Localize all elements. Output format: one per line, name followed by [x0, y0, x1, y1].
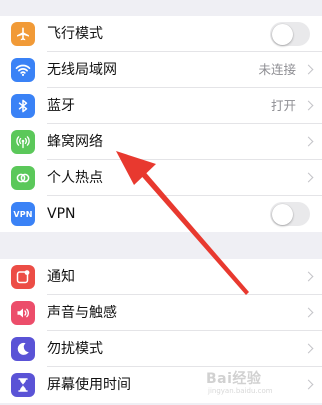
vpn-toggle[interactable] [270, 202, 310, 226]
notifications-icon [11, 265, 35, 289]
chevron-right-icon [303, 307, 314, 318]
settings-group-connectivity: 飞行模式 无线局域网 未连接 蓝牙 打开 蜂窝网络 个人热点 VPN VPN [0, 16, 322, 232]
hourglass-icon [11, 373, 35, 397]
wifi-status: 未连接 [258, 62, 296, 77]
chevron-right-icon [303, 172, 314, 183]
airplane-icon [11, 22, 35, 46]
chevron-right-icon [303, 271, 314, 282]
row-sounds-haptics[interactable]: 声音与触感 [0, 295, 322, 331]
row-cellular[interactable]: 蜂窝网络 [0, 124, 322, 160]
row-personal-hotspot[interactable]: 个人热点 [0, 160, 322, 196]
bluetooth-icon [11, 94, 35, 118]
row-label: 通知 [47, 269, 75, 285]
wifi-icon [11, 58, 35, 82]
moon-icon [11, 337, 35, 361]
row-wifi[interactable]: 无线局域网 未连接 [0, 52, 322, 88]
row-bluetooth[interactable]: 蓝牙 打开 [0, 88, 322, 124]
row-label: VPN [47, 206, 76, 222]
row-label: 勿扰模式 [47, 341, 103, 357]
airplane-mode-toggle[interactable] [270, 22, 310, 46]
toggle-knob [271, 23, 293, 45]
cellular-icon [11, 130, 35, 154]
row-label: 蓝牙 [47, 98, 75, 114]
chevron-right-icon [303, 100, 314, 111]
baidu-watermark: Bai经验 jingyan.baidu.com [206, 371, 273, 395]
bluetooth-status: 打开 [270, 98, 296, 113]
speaker-icon [11, 301, 35, 325]
row-vpn[interactable]: VPN VPN [0, 196, 322, 232]
chevron-right-icon [303, 64, 314, 75]
chevron-right-icon [303, 136, 314, 147]
row-label: 无线局域网 [47, 62, 117, 78]
row-notifications[interactable]: 通知 [0, 259, 322, 295]
row-label: 个人热点 [47, 170, 103, 186]
row-label: 屏幕使用时间 [47, 377, 131, 393]
row-label: 蜂窝网络 [47, 134, 103, 150]
chevron-right-icon [303, 343, 314, 354]
row-label: 声音与触感 [47, 305, 117, 321]
vpn-icon: VPN [11, 202, 35, 226]
row-label: 飞行模式 [47, 26, 103, 42]
row-airplane-mode[interactable]: 飞行模式 [0, 16, 322, 52]
hotspot-icon [11, 166, 35, 190]
toggle-knob [271, 203, 293, 225]
